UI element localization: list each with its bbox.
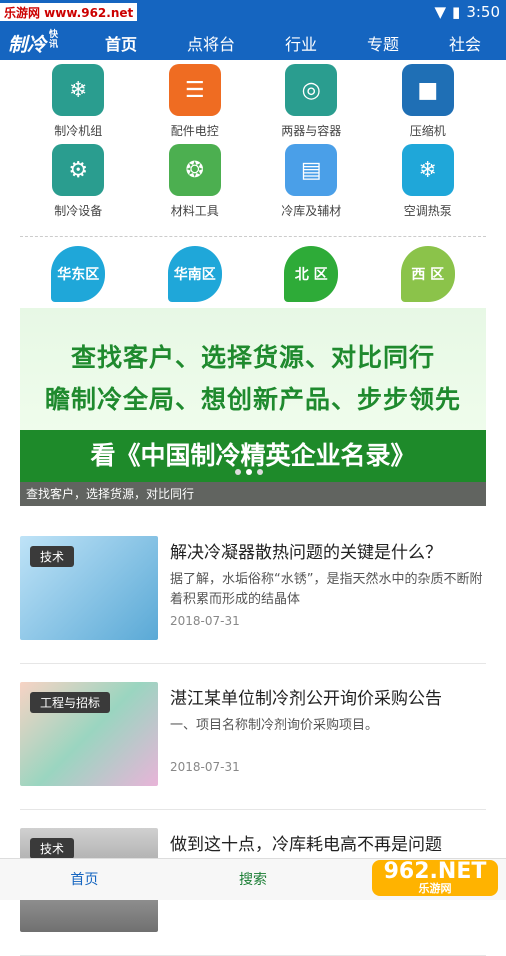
news-thumbnail: 技术 (20, 536, 158, 640)
category-item[interactable]: ◎ 两器与容器 (256, 64, 366, 144)
news-item[interactable]: 工程与招标 湛江某单位制冷剂公开询价采购公告 一、项目名称制冷剂询价采购项目。 … (20, 664, 486, 810)
news-title: 湛江某单位制冷剂公开询价采购公告 (170, 689, 442, 709)
coldroom-icon: ▤ (285, 144, 338, 196)
nav-tab-home[interactable]: 首页 (99, 27, 143, 59)
gear-icon: ⚙ (52, 144, 105, 196)
news-tag: 技术 (30, 546, 75, 567)
region-row: 华东区 华南区 北 区 西 区 (20, 246, 486, 302)
exchanger-icon: ◎ (285, 64, 338, 116)
region-north[interactable]: 北 区 (284, 246, 339, 302)
banner-line-2: 瞻制冷全局、想创新产品、步步领先 (44, 385, 461, 414)
news-item[interactable]: 技术 解决冷凝器散热问题的关键是什么？ 据了解，水垢俗称“水锈”，是指天然水中的… (20, 518, 486, 664)
category-item[interactable]: ☰ 配件电控 (140, 64, 250, 144)
banner-caption: 查找客户，选择货源，对比同行 (20, 482, 486, 506)
category-grid: ❄ 制冷机组 ☰ 配件电控 ◎ 两器与容器 ■ 压缩机 ⚙ 制冷设备 ❂ 材料工具 ▤ 冷库及… (20, 64, 486, 224)
nav-tab-dianjiangtai[interactable]: 点将台 (181, 27, 241, 59)
category-item[interactable]: ❄ 制冷机组 (23, 64, 133, 144)
banner-line-1: 查找客户、选择货源、对比同行 (70, 343, 435, 372)
battery-icon: ▮ (452, 3, 461, 21)
category-item[interactable]: ⚙ 制冷设备 (23, 144, 133, 224)
wifi-icon: ▼ (434, 3, 447, 21)
nav-tab-topics[interactable]: 专题 (361, 27, 405, 59)
category-item[interactable]: ▤ 冷库及辅材 (256, 144, 366, 224)
divider (20, 236, 486, 237)
nav-tab-industry[interactable]: 行业 (279, 27, 323, 59)
region-east[interactable]: 华东区 (51, 246, 106, 302)
unit-icon: ❄ (52, 64, 105, 116)
bottom-tab-home[interactable]: 首页 (0, 859, 169, 900)
top-nav: 制冷 快讯 首页 点将台 行业 专题 社会 (0, 26, 506, 60)
nav-tab-society[interactable]: 社会 (443, 27, 487, 59)
category-item[interactable]: ❂ 材料工具 (140, 144, 250, 224)
news-tag: 技术 (30, 838, 75, 859)
news-date: 2018-07-31 (170, 614, 240, 628)
news-title: 解决冷凝器散热问题的关键是什么？ (170, 543, 442, 563)
news-title: 做到这十点，冷库耗电高不再是问题 (170, 835, 442, 855)
category-item[interactable]: ❄ 空调热泵 (373, 144, 483, 224)
clock: 3:50 (466, 3, 500, 21)
compressor-icon: ■ (401, 64, 454, 116)
site-watermark: 962.NET 乐游网 (372, 860, 498, 896)
category-item[interactable]: ■ 压缩机 (373, 64, 483, 144)
carousel-dots (235, 469, 263, 475)
news-summary: 一、项目名称制冷剂询价采购项目。 (170, 718, 379, 733)
region-west[interactable]: 西 区 (400, 246, 455, 302)
snowflake-icon: ❄ (401, 144, 454, 196)
bottom-tab-search[interactable]: 搜索 (169, 859, 338, 900)
news-summary: 据了解，水垢俗称“水锈”，是指天然水中的杂质不断附着积累而形成的结晶体 (170, 572, 483, 607)
promo-banner[interactable]: 查找客户、选择货源、对比同行 瞻制冷全局、想创新产品、步步领先 看《中国制冷精英… (20, 308, 486, 506)
news-tag: 工程与招标 (30, 692, 111, 713)
tools-icon: ❂ (168, 144, 221, 196)
region-south[interactable]: 华南区 (167, 246, 222, 302)
status-bar: 乐游网 www.962.net ▼ ▮ 3:50 (0, 0, 506, 26)
news-date: 2018-07-31 (170, 760, 240, 774)
news-thumbnail: 工程与招标 (20, 682, 158, 786)
control-icon: ☰ (168, 64, 221, 116)
watermark: 乐游网 www.962.net (0, 3, 138, 21)
app-logo: 制冷 快讯 (8, 29, 59, 56)
